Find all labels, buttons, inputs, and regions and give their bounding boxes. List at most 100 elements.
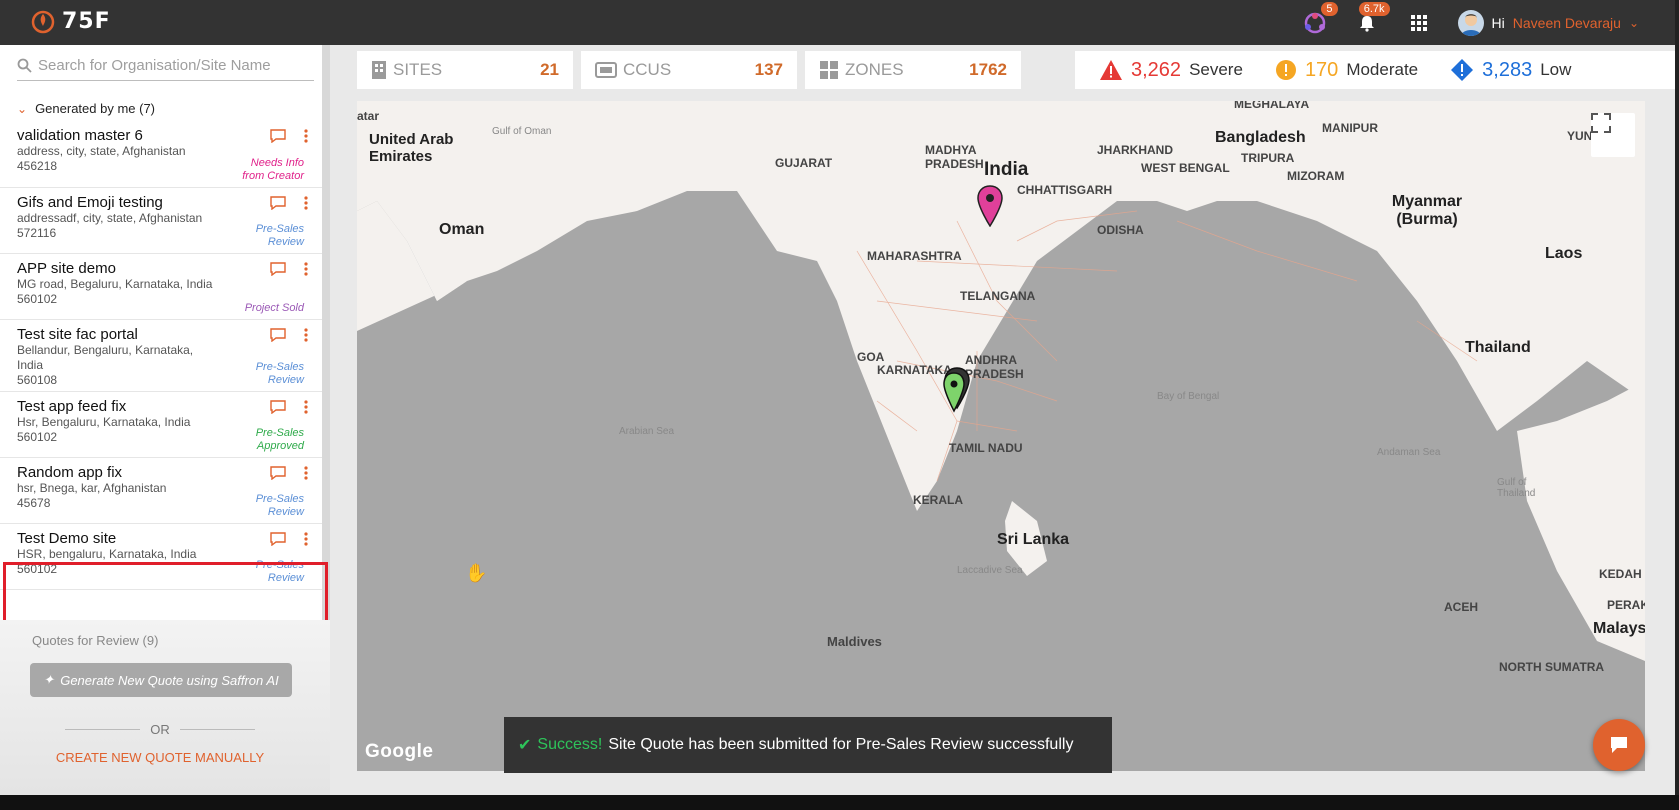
item-actions [270,400,308,414]
grid-glyph-icon [1410,14,1427,31]
status-badge: Pre-Sales Approved [255,427,304,452]
severe-alerts[interactable]: 3,262 Severe [1099,59,1243,82]
ccu-device-icon [595,62,617,78]
sites-stat-card[interactable]: SITES 21 [357,51,573,89]
user-menu[interactable]: Hi Naveen Devaraju ⌄ [1457,9,1639,36]
map-label-kerala: KERALA [913,493,963,507]
group-label: Generated by me (7) [35,101,156,116]
low-label: Low [1540,60,1572,79]
divider-line [65,729,141,730]
comment-icon[interactable] [270,196,286,210]
comment-icon[interactable] [270,532,286,546]
generate-quote-label: Generate New Quote using Saffron AI [60,672,279,688]
map-label-perak: PERAK [1607,598,1645,612]
ccus-stat-card[interactable]: CCUS 137 [581,51,797,89]
warning-triangle-icon [1100,60,1122,80]
team-badge: 5 [1321,1,1338,16]
site-address: addressadf, city, state, Afghanistan [17,211,203,225]
map-label-west-bengal: WEST BENGAL [1141,161,1230,175]
list-item[interactable]: Gifs and Emoji testing addressadf, city, … [0,188,330,254]
more-options-icon[interactable] [304,466,308,480]
more-options-icon[interactable] [304,532,308,546]
or-label: OR [150,722,170,737]
item-actions [270,532,308,546]
item-actions [270,196,308,210]
top-bar: 75F 5 6.7k Hi Naveen Devaraju ⌄ [0,0,1679,45]
generate-quote-button[interactable]: ✦ Generate New Quote using Saffron AI [30,663,292,697]
more-options-icon[interactable] [304,400,308,414]
map-label-chhattisgarh: CHHATTISGARH [1017,183,1113,197]
user-name: Naveen Devaraju [1512,14,1621,31]
exclamation-circle-icon [1275,60,1296,80]
list-item[interactable]: APP site demo MG road, Begaluru, Karnatak… [0,254,330,320]
fullscreen-button[interactable] [1591,113,1635,157]
search-placeholder: Search for Organisation/Site Name [38,57,271,74]
site-address: Bellandur, Bengaluru, Karnataka, India [17,343,194,372]
apps-grid-icon[interactable] [1406,10,1432,36]
bell-icon[interactable]: 6.7k [1354,1,1390,36]
toast-message: Site Quote has been submitted for Pre-Sa… [608,736,1074,753]
team-icon[interactable]: 5 [1302,1,1338,36]
map-label-maldives: Maldives [827,634,882,649]
list-item[interactable]: Test app feed fix Hsr, Bengaluru, Karnata… [0,392,330,458]
comment-icon[interactable] [270,466,286,480]
more-options-icon[interactable] [304,196,308,210]
group-header-generated[interactable]: ⌄ Generated by me (7) [17,101,155,116]
success-toast: ✔ Success! Site Quote has been submitted… [504,717,1112,773]
site-marker-cluster-green[interactable] [942,367,972,417]
status-badge: Pre-Sales Review [255,361,304,386]
group-header-quotes-review[interactable]: Quotes for Review (9) [32,633,158,648]
map-label-qatar: atar [357,109,380,123]
chevron-down-icon: ⌄ [17,101,28,116]
map-label-aceh: ACEH [1444,600,1479,614]
search-input[interactable]: Search for Organisation/Site Name [17,51,314,81]
comment-icon[interactable] [270,129,286,143]
item-actions [270,466,308,480]
zones-stat-card[interactable]: ZONES 1762 [805,51,1021,89]
site-address: Hsr, Bengaluru, Karnataka, India [17,415,191,429]
map-label-tripura: TRIPURA [1241,151,1295,165]
list-item[interactable]: validation master 6 address, city, state,… [0,121,330,188]
low-count: 3,283 [1482,58,1533,81]
list-item[interactable]: Random app fix hsr, Bnega, kar, Afghanist… [0,458,330,524]
map-label-gulf-thailand: Gulf of Thailand [1497,477,1536,499]
map-label-uae: United Arab Emirates [369,131,454,165]
map-label-madhya: MADHYA PRADESH [925,143,984,171]
site-title: Random app fix [17,464,123,481]
create-quote-manually-link[interactable]: CREATE NEW QUOTE MANUALLY [0,750,320,765]
map-label-laccadive: Laccadive Sea [957,565,1023,576]
comment-icon[interactable] [270,328,286,342]
main-content: SITES 21 CCUS 137 ZONES 1762 3,262 Sever… [330,45,1679,795]
more-options-icon[interactable] [304,129,308,143]
app-logo[interactable]: 75F [30,8,111,34]
avatar [1457,9,1484,36]
moderate-alerts[interactable]: 170 Moderate [1275,59,1418,82]
comment-icon[interactable] [270,262,286,276]
list-item[interactable]: Test site fac portal Bellandur, Bengaluru… [0,320,330,392]
item-actions [270,262,308,276]
logo-flame-icon [31,10,55,34]
site-title: Test Demo site [17,530,117,547]
map-label-bay-bengal: Bay of Bengal [1157,391,1220,402]
comment-icon[interactable] [270,400,286,414]
map-label-myanmar: Myanmar (Burma) [1391,193,1463,228]
greeting: Hi [1491,14,1505,31]
map-label-sri-lanka: Sri Lanka [997,531,1070,548]
or-divider: OR [65,722,255,737]
map-label-gulf-oman: Gulf of Oman [492,126,552,137]
sites-map[interactable]: atar United Arab Emirates Gulf of Oman O… [357,101,1645,771]
site-marker-pink[interactable] [977,185,1003,227]
moderate-count: 170 [1304,58,1339,81]
low-alerts[interactable]: 3,283 Low [1450,58,1571,82]
chevron-down-icon: ⌄ [1628,15,1639,30]
site-title: APP site demo [17,260,116,277]
site-title: Gifs and Emoji testing [17,194,163,211]
status-badge: Pre-Sales Review [255,493,304,518]
site-address: MG road, Begaluru, Karnataka, India [17,277,213,291]
site-title: validation master 6 [17,127,143,144]
moderate-label: Moderate [1346,60,1419,79]
chat-button[interactable] [1593,719,1645,771]
more-options-icon[interactable] [304,262,308,276]
more-options-icon[interactable] [304,328,308,342]
map-label-kedah: KEDAH [1599,567,1642,581]
